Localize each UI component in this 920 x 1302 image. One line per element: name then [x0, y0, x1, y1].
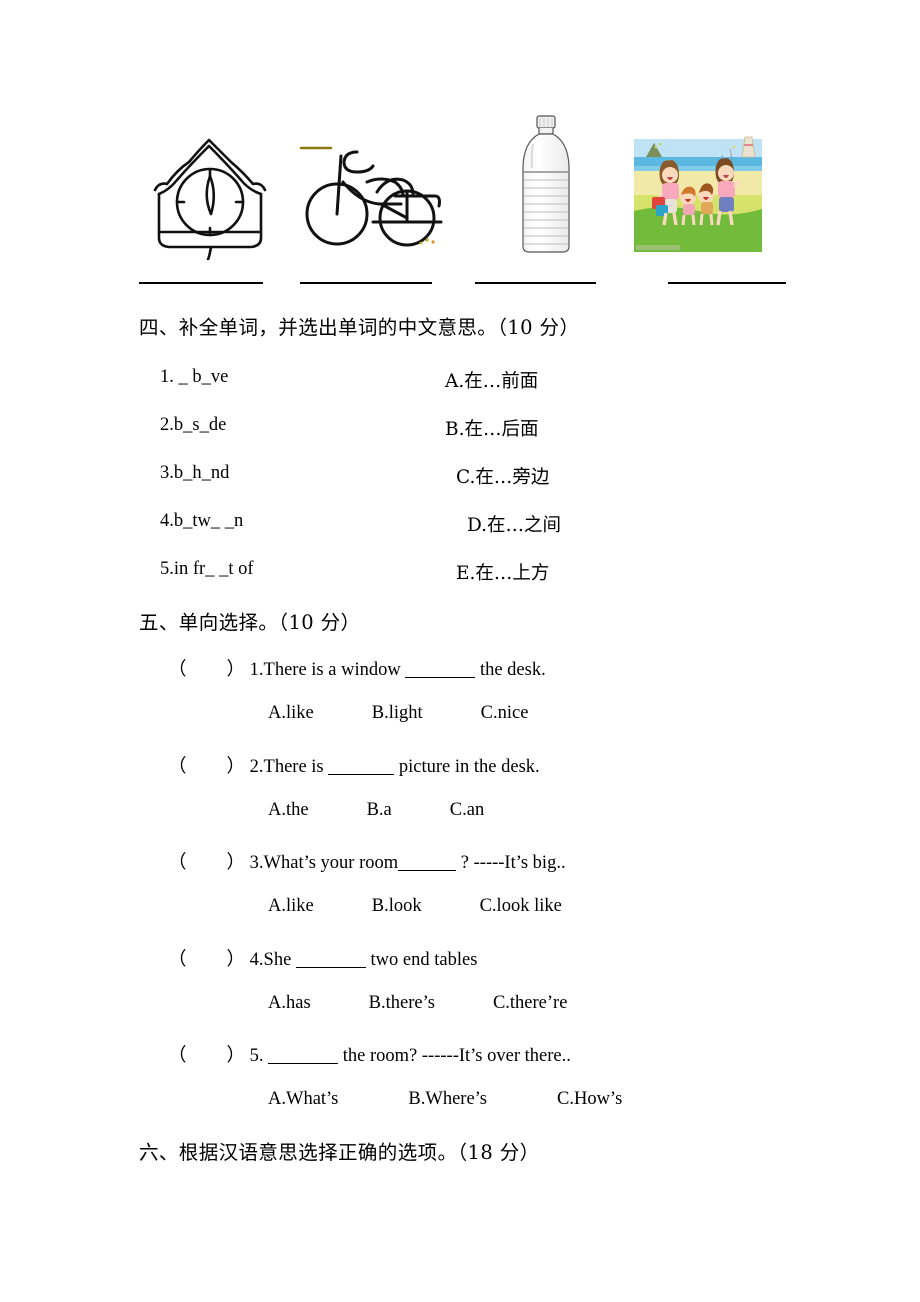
picture-row: [139, 110, 789, 260]
question-text-1-before: There is a window: [263, 660, 406, 680]
section-four-item-4: 4.b_tw_ _n: [160, 511, 244, 531]
choice-2c[interactable]: C.an: [450, 800, 484, 820]
question-blank-4[interactable]: [295, 967, 366, 968]
choice-4b[interactable]: B.there’s: [369, 993, 435, 1013]
choice-5a[interactable]: A.What’s: [268, 1089, 338, 1109]
picture-family-on-beach: [634, 133, 762, 252]
section-five-choices-5: A.What’s B.Where’s C.How’s: [268, 1089, 622, 1110]
picture-answer-lines: [0, 272, 920, 292]
choice-3a[interactable]: A.like: [268, 896, 314, 916]
bicycle-icon: [299, 146, 443, 247]
question-blank-1[interactable]: [405, 677, 476, 678]
answer-bracket-open-3[interactable]: （: [168, 852, 187, 873]
section-five-choices-1: A.like B.light C.nice: [268, 703, 528, 724]
question-blank-2[interactable]: [328, 774, 395, 775]
section-four-item-1: 1. _ b_ve: [160, 367, 229, 387]
question-blank-5[interactable]: [268, 1063, 339, 1064]
question-text-2-before: There is: [263, 757, 329, 777]
picture-bicycle: [299, 110, 449, 260]
choice-3c[interactable]: C.look like: [480, 896, 562, 916]
answer-bracket-close-5: ）: [226, 1045, 246, 1066]
question-number-4: 4.: [249, 950, 264, 970]
section-four-option-a[interactable]: A.在…前面: [445, 367, 538, 393]
question-blank-3[interactable]: [398, 870, 457, 871]
section-four-item-2: 2.b_s_de: [160, 415, 227, 435]
picture-water-bottle: [511, 110, 581, 260]
question-text-3-after: ? -----It’s big..: [456, 853, 566, 873]
section-five-question-3: （ ） 3.What’s your room ? -----It’s big..: [168, 848, 566, 874]
section-five-heading: 五、单向选择。（10 分）: [139, 611, 361, 634]
choice-4a[interactable]: A.has: [268, 993, 311, 1013]
section-four-option-b[interactable]: B.在…后面: [445, 415, 538, 441]
choice-1c[interactable]: C.nice: [481, 703, 529, 723]
water-bottle-icon: [522, 115, 570, 253]
choice-2b[interactable]: B.a: [367, 800, 392, 820]
picture-answer-line-1[interactable]: [139, 282, 263, 284]
section-four-heading: 四、补全单词，并选出单词的中文意思。（10 分）: [139, 316, 580, 339]
section-six-heading: 六、根据汉语意思选择正确的选项。（18 分）: [139, 1141, 540, 1164]
section-five-choices-4: A.has B.there’s C.there’re: [268, 993, 567, 1014]
answer-bracket-close-1: ）: [226, 659, 246, 680]
answer-bracket-open-4[interactable]: （: [168, 949, 187, 970]
section-five-choices-3: A.like B.look C.look like: [268, 896, 562, 917]
answer-bracket-close-2: ）: [226, 756, 246, 777]
choice-4c[interactable]: C.there’re: [493, 993, 567, 1013]
section-four-option-e[interactable]: E.在…上方: [456, 559, 549, 585]
cuckoo-clock-icon: [153, 138, 267, 260]
question-text-4-before: She: [263, 950, 296, 970]
answer-bracket-close-3: ）: [226, 852, 246, 873]
section-five-question-1: （ ） 1.There is a window the desk.: [168, 655, 546, 681]
question-text-3-before: What’s your room: [263, 853, 399, 873]
choice-2a[interactable]: A.the: [268, 800, 309, 820]
section-five-choices-2: A.the B.a C.an: [268, 800, 484, 821]
question-text-2-after: picture in the desk.: [394, 757, 540, 777]
section-four-item-5: 5.in fr_ _t of: [160, 559, 254, 579]
picture-answer-line-2[interactable]: [300, 282, 432, 284]
answer-bracket-open-1[interactable]: （: [168, 659, 187, 680]
section-four-item-3: 3.b_h_nd: [160, 463, 230, 483]
choice-3b[interactable]: B.look: [372, 896, 422, 916]
picture-answer-line-4[interactable]: [668, 282, 786, 284]
section-five-question-5: （ ） 5. the room? ------It’s over there..: [168, 1041, 571, 1067]
answer-bracket-close-4: ）: [226, 949, 246, 970]
choice-1a[interactable]: A.like: [268, 703, 314, 723]
question-number-1: 1.: [249, 660, 264, 680]
section-five-question-2: （ ） 2.There is picture in the desk.: [168, 752, 540, 778]
picture-cuckoo-clock: [147, 110, 277, 260]
question-number-5: 5.: [249, 1046, 264, 1066]
family-on-beach-image: [634, 133, 762, 252]
choice-1b[interactable]: B.light: [372, 703, 423, 723]
choice-5c[interactable]: C.How’s: [557, 1089, 622, 1109]
worksheet-page: 四、补全单词，并选出单词的中文意思。（10 分） 1. _ b_ve A.在…前…: [0, 0, 920, 1302]
picture-answer-line-3[interactable]: [475, 282, 596, 284]
question-text-5-after: the room? ------It’s over there..: [338, 1046, 571, 1066]
question-text-1-after: the desk.: [475, 660, 546, 680]
section-four-option-c[interactable]: C.在…旁边: [456, 463, 549, 489]
answer-bracket-open-5[interactable]: （: [168, 1045, 187, 1066]
choice-5b[interactable]: B.Where’s: [408, 1089, 487, 1109]
answer-bracket-open-2[interactable]: （: [168, 756, 187, 777]
question-number-2: 2.: [249, 757, 264, 777]
question-number-3: 3.: [249, 853, 264, 873]
question-text-4-after: two end tables: [365, 950, 478, 970]
section-four-option-d[interactable]: D.在…之间: [467, 511, 561, 537]
section-five-question-4: （ ） 4.She two end tables: [168, 945, 477, 971]
